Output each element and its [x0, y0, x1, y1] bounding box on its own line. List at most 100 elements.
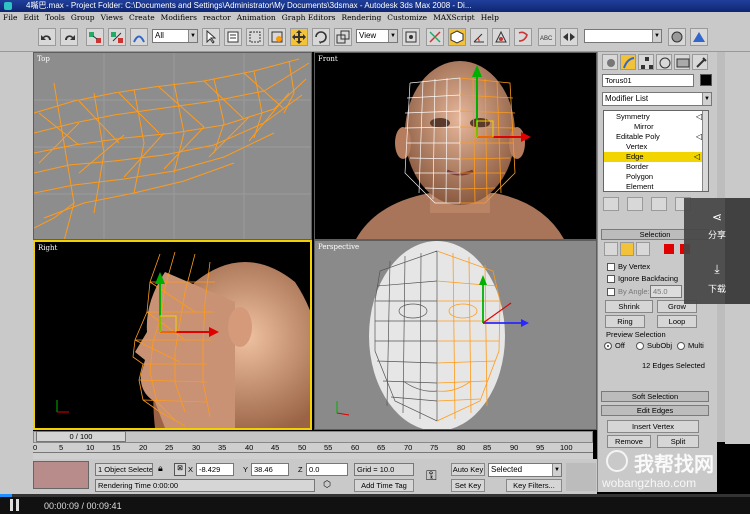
viewport-front[interactable]: Front	[314, 52, 597, 240]
stack-item-vertex[interactable]: Vertex	[604, 142, 702, 152]
preview-off-radio[interactable]	[604, 342, 612, 350]
utilities-tab-icon[interactable]	[692, 54, 708, 70]
pause-icon[interactable]	[10, 499, 13, 511]
modify-tab-icon[interactable]	[620, 54, 636, 70]
select-rotate-icon[interactable]	[312, 28, 330, 46]
menu-graph-editors[interactable]: Graph Editors	[279, 12, 339, 24]
menu-modifiers[interactable]: Modifiers	[158, 12, 200, 24]
shrink-button[interactable]: Shrink	[605, 300, 653, 313]
percent-snap-icon[interactable]	[492, 28, 510, 46]
by-vertex-checkbox[interactable]	[607, 263, 615, 271]
spinner-snap-icon[interactable]	[514, 28, 532, 46]
menu-create[interactable]: Create	[126, 12, 158, 24]
menu-rendering[interactable]: Rendering	[338, 12, 384, 24]
time-slider[interactable]: 0 / 100	[36, 431, 126, 442]
stack-item-element[interactable]: Element	[604, 182, 702, 192]
lock-icon[interactable]: 🔒︎	[158, 463, 170, 476]
menu-maxscript[interactable]: MAXScript	[430, 12, 478, 24]
hierarchy-tab-icon[interactable]	[638, 54, 654, 70]
menu-tools[interactable]: Tools	[42, 12, 68, 24]
mirror-icon[interactable]	[560, 28, 578, 46]
window-crossing-icon[interactable]	[268, 28, 286, 46]
y-coordinate-field[interactable]: 38.46	[251, 463, 289, 476]
viewport-label[interactable]: Perspective	[318, 243, 359, 251]
ring-button[interactable]: Ring	[605, 315, 645, 328]
select-by-name-icon[interactable]	[224, 28, 242, 46]
menu-help[interactable]: Help	[478, 12, 502, 24]
reference-coordinate-dropdown[interactable]: View ▼	[356, 29, 398, 43]
link-icon[interactable]	[86, 28, 104, 46]
soft-selection-rollout-header[interactable]: Soft Selection	[601, 391, 709, 402]
menu-file[interactable]: File	[0, 12, 20, 24]
auto-key-button[interactable]: Auto Key	[451, 463, 485, 476]
pin-stack-icon[interactable]	[603, 197, 619, 211]
motion-tab-icon[interactable]	[656, 54, 672, 70]
display-tab-icon[interactable]	[674, 54, 690, 70]
share-icon[interactable]: ⋖	[684, 210, 750, 224]
menu-group[interactable]: Group	[68, 12, 98, 24]
render-icon[interactable]	[690, 28, 708, 46]
snap-toggle-icon[interactable]	[448, 28, 466, 46]
stack-scrollbar[interactable]	[702, 111, 708, 191]
unlink-icon[interactable]	[108, 28, 126, 46]
menu-animation[interactable]: Animation	[234, 12, 279, 24]
time-tag-icon[interactable]: ⬡	[320, 479, 334, 492]
create-tab-icon[interactable]	[602, 54, 618, 70]
key-icon[interactable]: ⚿	[426, 467, 446, 483]
z-coordinate-field[interactable]: 0.0	[306, 463, 348, 476]
viewport-top[interactable]: Top	[33, 52, 312, 240]
object-color-swatch[interactable]	[700, 74, 712, 86]
border-mode-icon[interactable]	[636, 242, 650, 256]
key-filters-button[interactable]: Key Filters...	[506, 479, 562, 492]
playback-controls[interactable]	[566, 463, 596, 491]
stack-item-polygon[interactable]: Polygon	[604, 172, 702, 182]
x-coordinate-field[interactable]: -8.429	[196, 463, 234, 476]
viewport-label[interactable]: Top	[37, 55, 50, 63]
material-editor-icon[interactable]	[668, 28, 686, 46]
by-angle-checkbox[interactable]	[607, 288, 615, 296]
show-end-result-icon[interactable]	[627, 197, 643, 211]
ignore-backfacing-checkbox[interactable]	[607, 275, 615, 283]
vertex-mode-icon[interactable]	[604, 242, 618, 256]
viewport-label[interactable]: Right	[38, 244, 57, 252]
track-bar-ruler[interactable]: 0 5 10 15 20 25 30 35 40 45 50 55 60 65 …	[33, 443, 593, 459]
menu-customize[interactable]: Customize	[384, 12, 430, 24]
undo-icon[interactable]	[38, 28, 56, 46]
preview-subobj-radio[interactable]	[636, 342, 644, 350]
stack-item-mirror[interactable]: Mirror	[604, 122, 702, 132]
menu-reactor[interactable]: reactor	[200, 12, 234, 24]
menu-edit[interactable]: Edit	[20, 12, 42, 24]
absolute-mode-icon[interactable]: ⊠	[174, 463, 186, 476]
viewport-right[interactable]: Right	[33, 240, 312, 430]
make-unique-icon[interactable]	[651, 197, 667, 211]
preview-multi-radio[interactable]	[677, 342, 685, 350]
edge-mode-icon[interactable]	[620, 242, 634, 256]
angle-spinner[interactable]: 45.0	[650, 285, 682, 298]
named-selection-sets-icon[interactable]: ABC	[538, 28, 556, 46]
select-object-icon[interactable]	[202, 28, 220, 46]
set-key-button[interactable]: Set Key	[451, 479, 485, 492]
viewport-perspective[interactable]: Perspective	[314, 240, 597, 430]
download-label[interactable]: 下载	[684, 282, 750, 295]
stack-item-border[interactable]: Border	[604, 162, 702, 172]
pivot-center-icon[interactable]	[402, 28, 420, 46]
add-time-tag-button[interactable]: Add Time Tag	[354, 479, 414, 492]
angle-snap-icon[interactable]	[470, 28, 488, 46]
stack-item-symmetry[interactable]: Symmetry ◁	[604, 112, 702, 122]
manipulate-icon[interactable]	[426, 28, 444, 46]
polygon-mode-icon[interactable]	[664, 244, 674, 254]
stack-item-editable-poly[interactable]: Editable Poly ◁	[604, 132, 702, 142]
named-selection-dropdown[interactable]: ▼	[584, 29, 662, 43]
selection-filter-dropdown[interactable]: All ▼	[152, 29, 198, 43]
video-progress-track[interactable]	[0, 494, 750, 497]
stack-item-edge[interactable]: Edge ◁	[604, 152, 702, 162]
share-label[interactable]: 分享	[684, 228, 750, 241]
rectangular-selection-icon[interactable]	[246, 28, 264, 46]
select-move-icon[interactable]	[290, 28, 308, 46]
select-scale-icon[interactable]	[334, 28, 352, 46]
edit-edges-rollout-header[interactable]: Edit Edges	[601, 405, 709, 416]
loop-button[interactable]: Loop	[657, 315, 697, 328]
insert-vertex-button[interactable]: Insert Vertex	[607, 420, 699, 433]
key-set-dropdown[interactable]: Selected ▼	[488, 463, 562, 477]
modifier-list-dropdown[interactable]: Modifier List ▼	[602, 92, 712, 106]
